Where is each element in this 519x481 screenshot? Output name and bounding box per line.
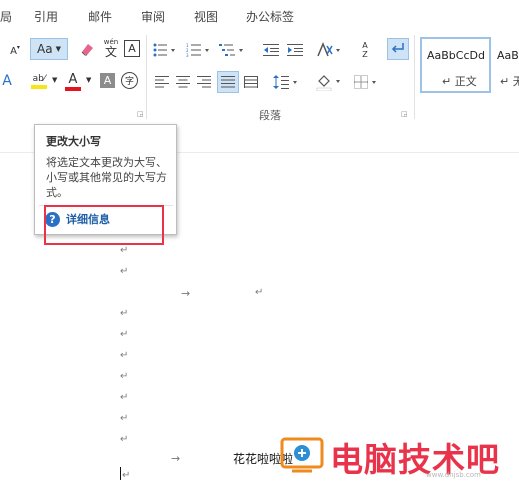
- style-no-spacing[interactable]: AaB ↵ 无: [494, 37, 519, 93]
- align-center-icon[interactable]: [175, 74, 191, 90]
- increase-indent-icon[interactable]: [286, 41, 304, 59]
- watermark-url: www.dnjsb.com: [426, 471, 481, 479]
- phonetic-char: 文: [104, 44, 117, 59]
- style-normal-sample: AaBbCcDd: [427, 49, 485, 62]
- highlight-box: [44, 205, 164, 245]
- chevron-down-icon: ▼: [55, 45, 61, 53]
- tab-mark: →: [181, 287, 191, 300]
- character-border-letter: A: [128, 42, 136, 55]
- sort-z: Z: [362, 50, 368, 59]
- character-shading-icon[interactable]: A: [100, 73, 115, 88]
- paragraph-group-label: 段落: [259, 109, 281, 122]
- decrease-indent-icon[interactable]: [262, 41, 280, 59]
- tab-layout[interactable]: 局: [0, 8, 12, 25]
- svg-text:3: 3: [186, 53, 189, 57]
- paragraph-mark: ↵: [120, 266, 129, 277]
- bullets-icon[interactable]: [153, 42, 177, 58]
- watermark-monitor-icon: [280, 437, 324, 473]
- group-divider: [146, 35, 147, 119]
- paragraph-mark: ↵: [255, 287, 264, 298]
- font-color-icon[interactable]: A: [64, 70, 82, 92]
- line-spacing-icon[interactable]: [272, 72, 300, 92]
- chevron-down-icon[interactable]: ▼: [52, 76, 57, 84]
- paragraph-mark: ↵: [120, 371, 129, 382]
- change-case-button[interactable]: Aa ▼: [30, 38, 68, 60]
- text-effects-icon[interactable]: A: [0, 72, 14, 90]
- style-no-spacing-sample: AaB: [497, 49, 519, 62]
- character-shading-letter: A: [103, 74, 112, 87]
- distributed-icon[interactable]: [243, 74, 259, 90]
- style-no-spacing-label: ↵ 无: [500, 75, 519, 88]
- show-paragraph-marks-button[interactable]: [387, 38, 409, 60]
- phonetic-guide-icon[interactable]: wén 文: [101, 36, 121, 60]
- shading-icon[interactable]: [315, 71, 343, 93]
- justify-button[interactable]: [217, 71, 239, 93]
- paragraph-mark: ↵: [120, 245, 129, 256]
- ribbon-tab-bar: 局 引用 邮件 审阅 视图 办公标签: [0, 0, 519, 31]
- paragraph-mark: ↵: [120, 308, 129, 319]
- paragraph-mark: ↵: [120, 392, 129, 403]
- paragraph-dialog-launcher-icon[interactable]: ◲: [401, 110, 408, 118]
- style-normal[interactable]: AaBbCcDd ↵ 正文: [420, 37, 491, 93]
- tab-view[interactable]: 视图: [194, 8, 218, 25]
- align-left-icon[interactable]: [154, 74, 170, 90]
- tab-review[interactable]: 审阅: [141, 8, 165, 25]
- sort-a: A: [362, 41, 368, 50]
- font-color-letter: A: [68, 71, 78, 87]
- watermark: 电脑技术吧 www.dnjsb.com: [276, 431, 519, 481]
- tooltip-body: 将选定文本更改为大写、小写或其他常见的大写方式。: [46, 156, 167, 199]
- tab-mark: →: [171, 452, 181, 465]
- shrink-font-icon[interactable]: A ▾: [9, 42, 21, 60]
- chinese-layout-icon[interactable]: [315, 40, 343, 60]
- tab-references[interactable]: 引用: [34, 8, 58, 25]
- numbering-icon[interactable]: 123: [186, 42, 212, 58]
- paragraph-mark: ↵: [120, 350, 129, 361]
- font-dialog-launcher-icon[interactable]: ◲: [137, 110, 144, 118]
- enclose-characters-char: 字: [124, 77, 134, 87]
- sort-icon[interactable]: A Z: [356, 40, 374, 60]
- clear-formatting-icon[interactable]: [78, 40, 96, 58]
- text-cursor: [120, 467, 121, 480]
- character-border-icon[interactable]: A: [124, 40, 140, 57]
- paragraph-mark: ↵: [122, 470, 131, 481]
- group-divider: [414, 35, 415, 119]
- paragraph-mark: ↵: [120, 329, 129, 340]
- highlight-color-icon[interactable]: ab⁄: [28, 70, 50, 92]
- borders-icon[interactable]: [353, 72, 379, 92]
- tab-office-labels[interactable]: 办公标签: [246, 8, 294, 25]
- paragraph-mark: ↵: [120, 434, 129, 445]
- multilevel-list-icon[interactable]: [219, 42, 247, 58]
- align-right-icon[interactable]: [196, 74, 212, 90]
- style-normal-label: ↵ 正文: [442, 75, 477, 88]
- tab-mailings[interactable]: 邮件: [88, 8, 112, 25]
- paragraph-mark: ↵: [120, 413, 129, 424]
- ribbon: A ▾ Aa ▼ wén 文 A A ab⁄ ▼ A ▼ A 字 ◲ 123 A…: [0, 31, 519, 123]
- tooltip-title: 更改大小写: [46, 135, 101, 148]
- enclose-characters-icon[interactable]: 字: [121, 72, 138, 89]
- change-case-label: Aa: [37, 42, 53, 56]
- chevron-down-icon[interactable]: ▼: [86, 76, 91, 84]
